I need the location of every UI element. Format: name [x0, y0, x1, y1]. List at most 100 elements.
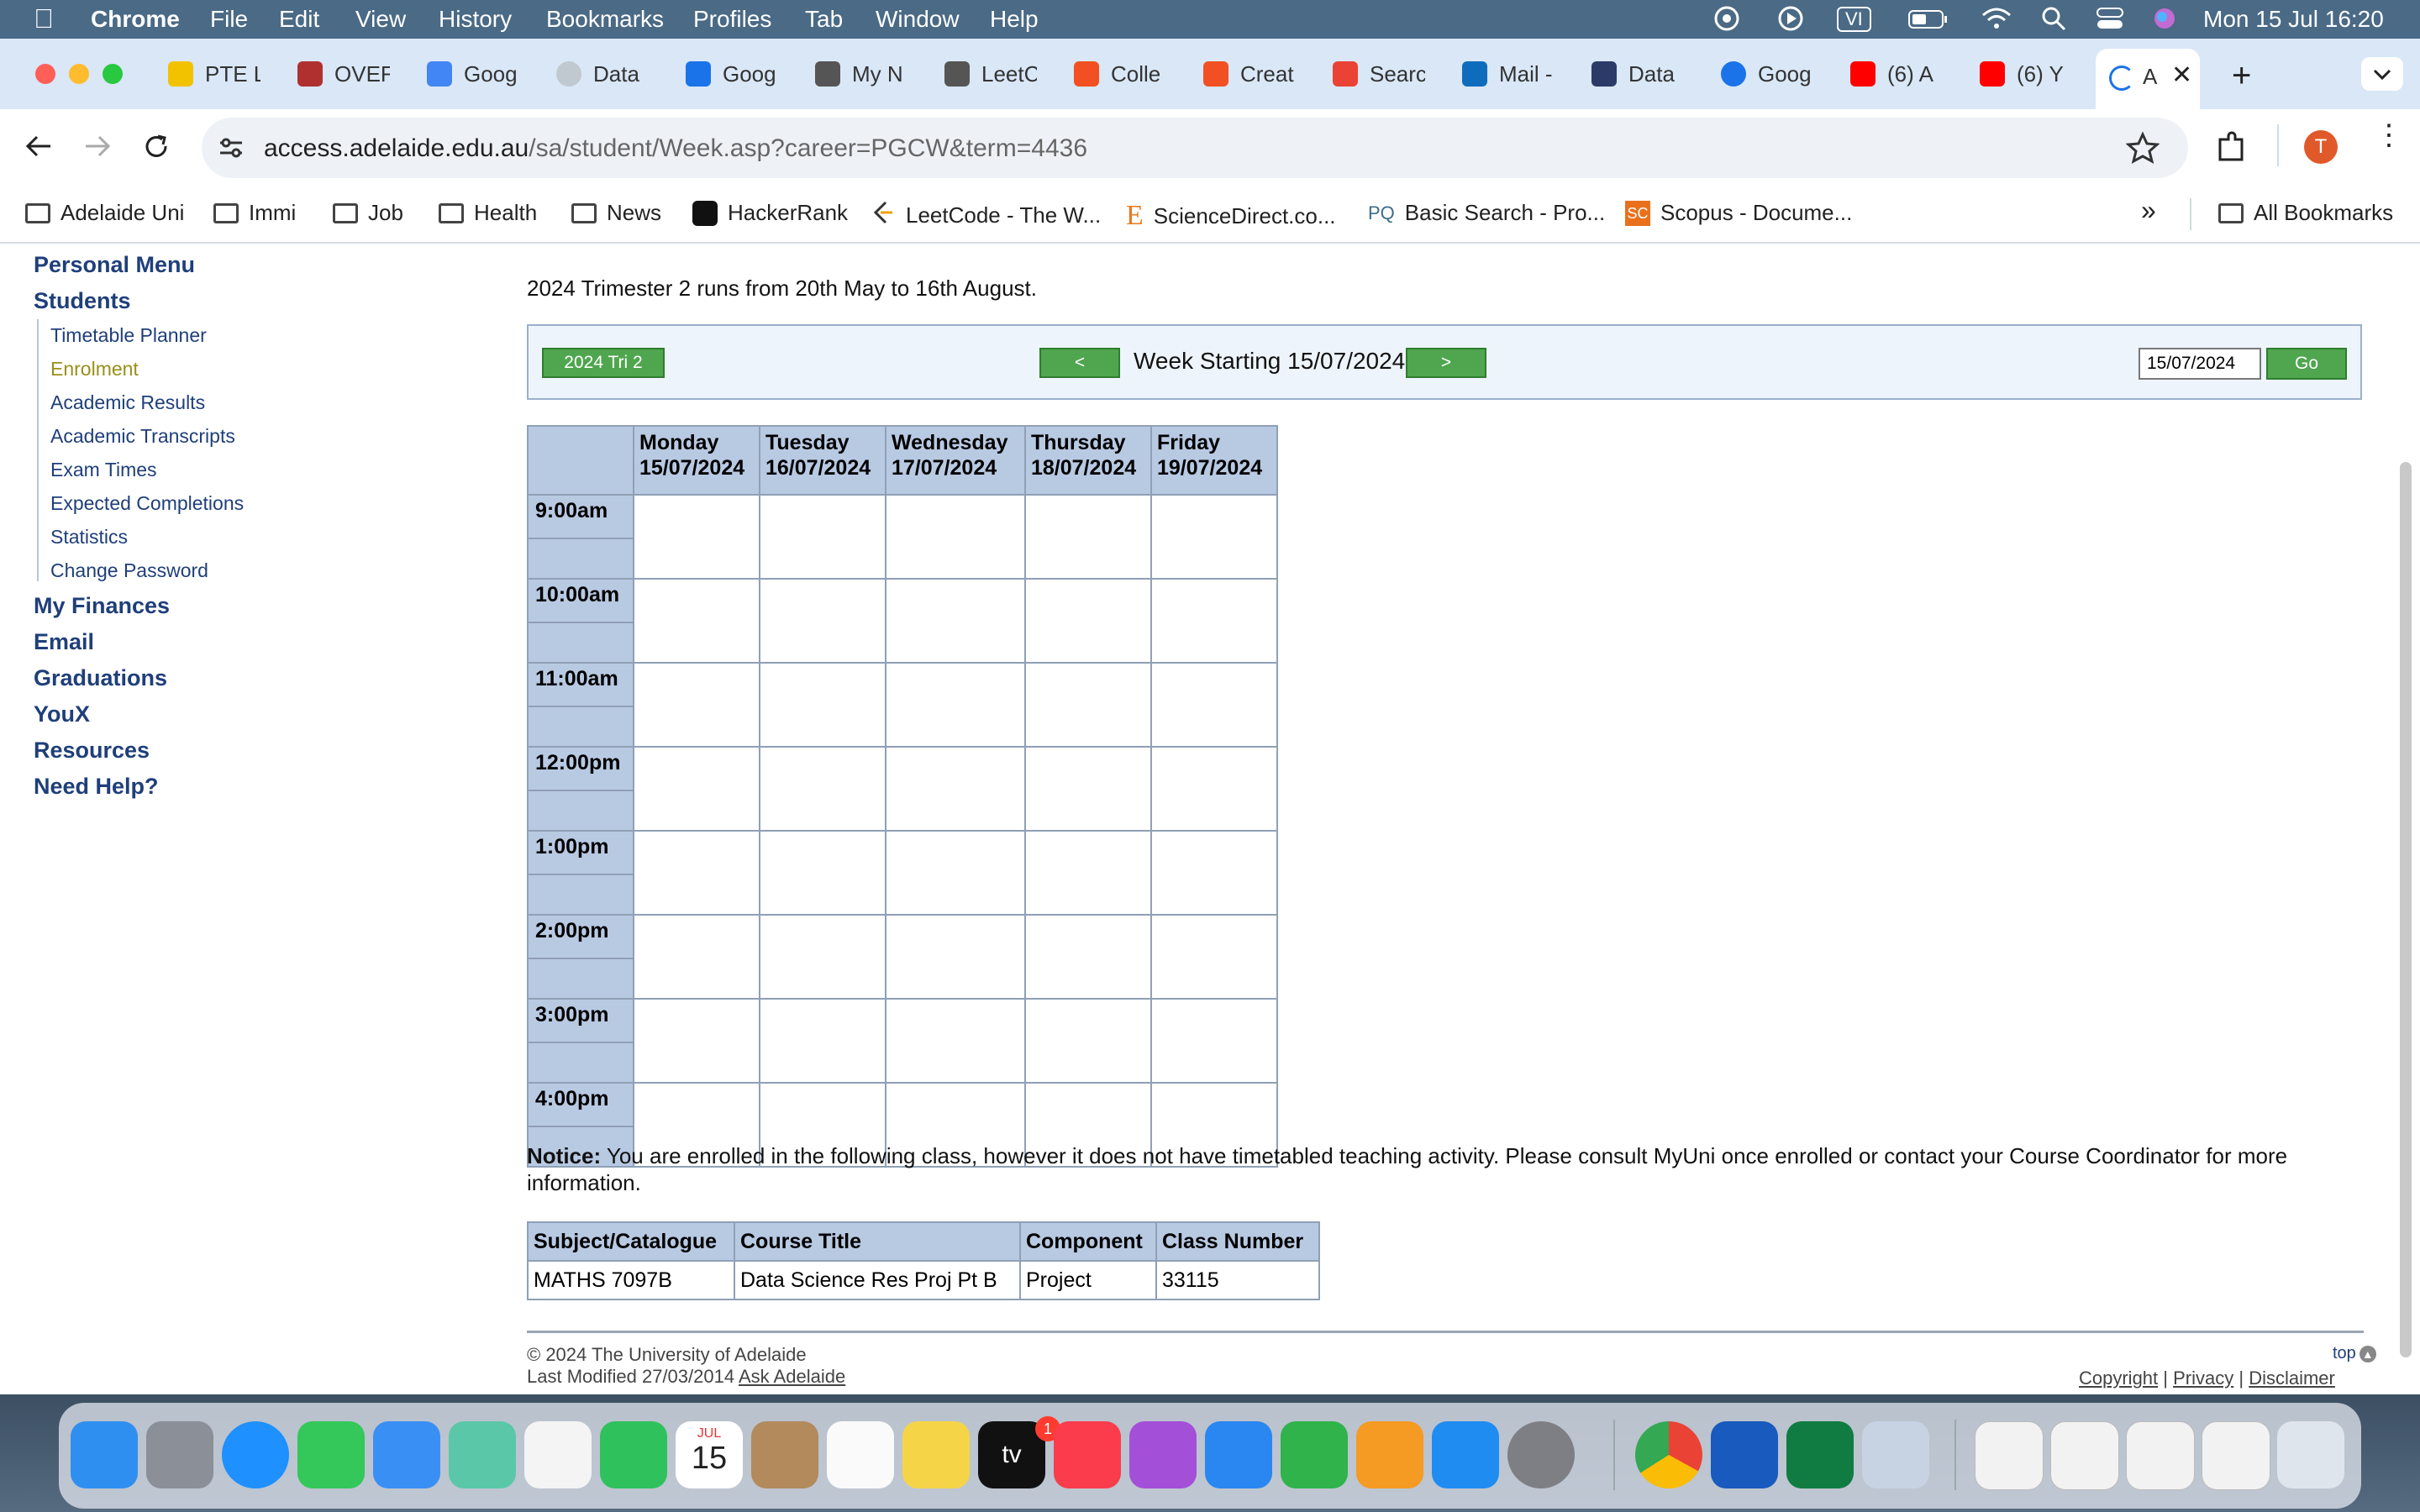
bookmark-leetcode[interactable]: LeetCode - The W... — [871, 200, 1101, 231]
term-button[interactable]: 2024 Tri 2 — [542, 348, 665, 378]
new-tab-button[interactable]: + — [2232, 57, 2251, 95]
tab-pte[interactable]: PTE L — [168, 55, 260, 92]
sidebar-resources[interactable]: Resources — [34, 738, 150, 764]
sidebar-email[interactable]: Email — [34, 629, 94, 655]
disclaimer-link[interactable]: Disclaimer — [2249, 1368, 2335, 1389]
sidebar-youx[interactable]: YouX — [34, 701, 90, 727]
mail-icon[interactable] — [373, 1421, 440, 1488]
extensions-icon[interactable] — [2215, 131, 2249, 169]
tab-google-calendar[interactable]: Goog — [686, 55, 778, 92]
more-bookmarks-chevron-icon[interactable]: » — [2141, 195, 2156, 226]
podcasts-icon[interactable] — [1129, 1421, 1197, 1488]
messages-icon[interactable] — [297, 1421, 365, 1488]
tab-leetcode[interactable]: LeetC — [944, 55, 1037, 92]
menu-tab[interactable]: Tab — [805, 6, 843, 33]
pages-icon[interactable] — [1356, 1421, 1423, 1488]
numbers-icon[interactable] — [1281, 1421, 1348, 1488]
control-center-icon[interactable] — [2096, 5, 2124, 38]
tab-google-1[interactable]: Goog — [427, 55, 519, 92]
bookmark-proquest[interactable]: PQ Basic Search - Pro... — [1368, 200, 1605, 226]
tab-outlook-mail[interactable]: Mail - — [1462, 55, 1555, 92]
sidebar-item-timetable-planner[interactable]: Timetable Planner — [50, 324, 207, 347]
menu-bookmarks[interactable]: Bookmarks — [546, 6, 664, 33]
system-settings-icon[interactable] — [1507, 1421, 1575, 1488]
ask-adelaide-link[interactable]: Ask Adelaide — [739, 1366, 845, 1387]
tab-colle[interactable]: Colle — [1074, 55, 1166, 92]
window-zoom-button[interactable] — [103, 64, 123, 84]
tab-my-n[interactable]: My N — [815, 55, 908, 92]
sidebar-item-expected-completions[interactable]: Expected Completions — [50, 492, 244, 515]
spotlight-search-icon[interactable] — [2040, 5, 2067, 38]
bookmark-sciencedirect[interactable]: E ScienceDirect.co... — [1126, 200, 1336, 232]
trash-icon[interactable] — [2277, 1421, 2344, 1488]
url-text[interactable]: access.adelaide.edu.au/sa/student/Week.a… — [264, 134, 1087, 163]
menu-window[interactable]: Window — [876, 6, 960, 33]
reload-icon[interactable] — [139, 129, 173, 167]
menu-history[interactable]: History — [439, 6, 512, 33]
contacts-icon[interactable] — [751, 1421, 818, 1488]
sidebar-item-academic-results[interactable]: Academic Results — [50, 391, 205, 414]
window-minimize-button[interactable] — [69, 64, 89, 84]
apple-icon[interactable]:  — [34, 3, 54, 34]
all-bookmarks-button[interactable]: All Bookmarks — [2218, 200, 2393, 226]
copyright-link[interactable]: Copyright — [2079, 1368, 2158, 1389]
menu-help[interactable]: Help — [990, 6, 1039, 33]
sidebar-item-enrolment[interactable]: Enrolment — [50, 358, 139, 381]
app-store-icon[interactable] — [1432, 1421, 1499, 1488]
photos-icon[interactable] — [524, 1421, 592, 1488]
tab-youtube-2[interactable]: (6) Y — [1980, 55, 2072, 92]
sidebar-item-exam-times[interactable]: Exam Times — [50, 459, 157, 481]
tab-gmail-search[interactable]: Searc — [1333, 55, 1425, 92]
document-stack-icon[interactable] — [1975, 1421, 2044, 1490]
bookmark-hackerrank[interactable]: HackerRank — [692, 200, 848, 226]
bookmark-health[interactable]: Health — [439, 200, 537, 226]
profile-avatar[interactable]: T — [2304, 130, 2338, 164]
page-scrollbar-thumb[interactable] — [2400, 462, 2412, 1357]
tab-youtube-1[interactable]: (6) A — [1850, 55, 1943, 92]
tab-close-icon[interactable]: ✕ — [2171, 60, 2192, 90]
window-close-button[interactable] — [35, 64, 55, 84]
sidebar-item-statistics[interactable]: Statistics — [50, 526, 128, 549]
sidebar-graduations[interactable]: Graduations — [34, 665, 167, 691]
tab-active[interactable]: A ✕ — [2096, 49, 2200, 109]
privacy-link[interactable]: Privacy — [2173, 1368, 2233, 1389]
tab-data-1[interactable]: Data — [556, 55, 649, 92]
address-bar[interactable]: access.adelaide.edu.au/sa/student/Week.a… — [202, 118, 2188, 178]
bookmark-news[interactable]: News — [571, 200, 661, 226]
sidebar-need-help[interactable]: Need Help? — [34, 774, 159, 800]
menu-profiles[interactable]: Profiles — [693, 6, 771, 33]
preview-icon[interactable] — [1862, 1421, 1929, 1488]
keynote-icon[interactable] — [1205, 1421, 1272, 1488]
window-thumbnail-icon[interactable] — [2126, 1421, 2195, 1490]
menu-view[interactable]: View — [355, 6, 406, 33]
go-button[interactable]: Go — [2266, 348, 2347, 380]
window-thumbnail-icon[interactable] — [2050, 1421, 2119, 1490]
bookmark-job[interactable]: Job — [333, 200, 403, 226]
input-source-badge[interactable]: VI — [1837, 7, 1871, 32]
tab-data-2[interactable]: Data — [1591, 55, 1684, 92]
music-icon[interactable] — [1054, 1421, 1121, 1488]
bookmark-star-icon[interactable] — [2125, 131, 2160, 169]
site-info-icon[interactable] — [217, 134, 245, 165]
sidebar-personal-menu[interactable]: Personal Menu — [34, 252, 195, 278]
sidebar-my-finances[interactable]: My Finances — [34, 593, 170, 619]
finder-icon[interactable] — [71, 1421, 138, 1488]
play-icon[interactable] — [1776, 5, 1805, 38]
sidebar-item-academic-transcripts[interactable]: Academic Transcripts — [50, 425, 235, 448]
bookmark-immi[interactable]: Immi — [213, 200, 296, 226]
maps-icon[interactable] — [449, 1421, 516, 1488]
more-menu-icon[interactable]: ⋮ — [2375, 121, 2403, 150]
chrome-icon[interactable] — [1635, 1421, 1702, 1488]
facetime-icon[interactable] — [600, 1421, 667, 1488]
date-input[interactable]: 15/07/2024 — [2139, 348, 2261, 380]
launchpad-icon[interactable] — [146, 1421, 213, 1488]
creative-cloud-icon[interactable] — [1711, 5, 1743, 38]
word-icon[interactable] — [1711, 1421, 1778, 1488]
back-arrow-icon[interactable] — [22, 129, 55, 167]
tab-ovef[interactable]: OVEF — [297, 55, 390, 92]
tab-creat[interactable]: Creat — [1203, 55, 1296, 92]
tab-search-button[interactable] — [2361, 57, 2403, 91]
wifi-icon[interactable] — [1980, 5, 2013, 38]
tab-google-2[interactable]: Goog — [1721, 55, 1813, 92]
sidebar-item-change-password[interactable]: Change Password — [50, 559, 208, 582]
